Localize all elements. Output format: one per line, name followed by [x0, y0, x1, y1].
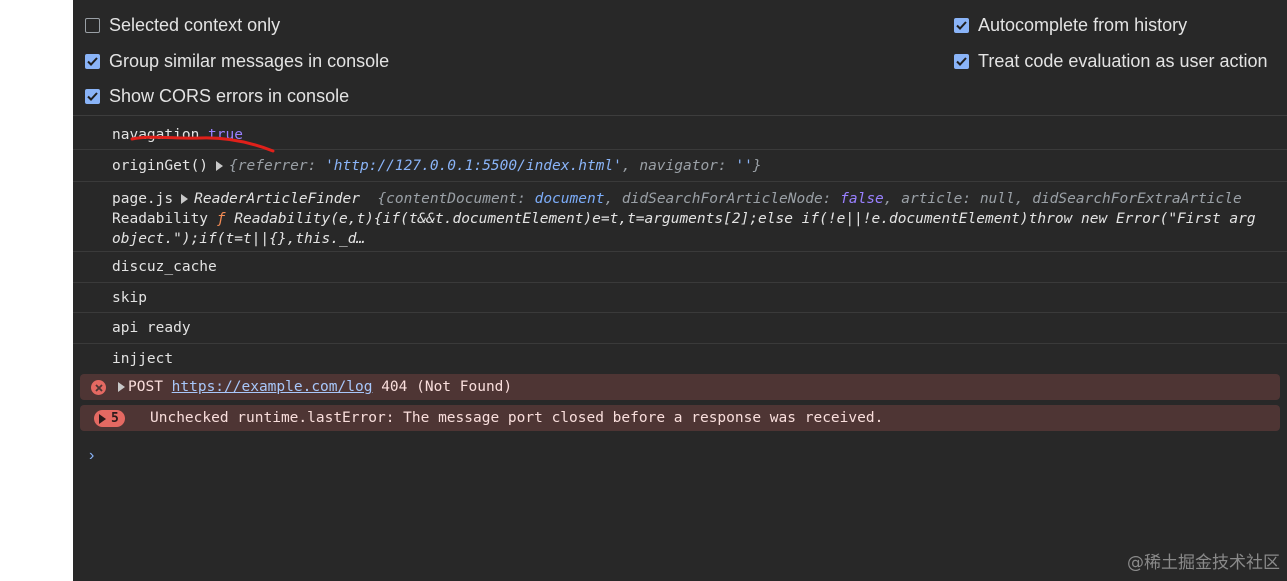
- error-message: POST https://example.com/log 404 (Not Fo…: [80, 374, 1280, 400]
- request-method: POST: [128, 379, 163, 395]
- treat-code-eval-checkbox[interactable]: [954, 53, 969, 69]
- console-prompt-icon[interactable]: ›: [89, 447, 94, 465]
- request-url-link[interactable]: https://example.com/log: [172, 379, 373, 395]
- prop-value: false: [840, 191, 884, 207]
- message-text: originGet(): [112, 158, 209, 174]
- object-preview-open: {referrer:: [229, 158, 326, 174]
- prop-value: null: [979, 191, 1015, 207]
- console-message: skip: [73, 283, 1287, 313]
- expand-triangle-icon[interactable]: [216, 161, 224, 171]
- selected-context-only-checkbox[interactable]: [85, 17, 100, 33]
- prop-key: , didSearchForExtraArticle: [1014, 191, 1242, 207]
- function-source-cont: object.");if(t=t||{},this._d…: [112, 231, 366, 247]
- page-left-margin: [0, 0, 73, 581]
- navigator-value: '': [735, 158, 753, 174]
- expand-triangle-icon: [99, 413, 106, 424]
- readability-label: Readability: [112, 211, 209, 227]
- red-underline-annotation: [130, 135, 275, 153]
- object-preview-separator: , navigator:: [621, 158, 736, 174]
- autocomplete-history-label: Autocomplete from history: [978, 14, 1188, 35]
- object-preview-close: }: [752, 158, 762, 174]
- class-name: ReaderArticleFinder: [194, 191, 360, 207]
- function-symbol: ƒ: [216, 211, 226, 227]
- error-icon: [91, 380, 106, 395]
- message-text: injject: [112, 351, 174, 367]
- referrer-value: 'http://127.0.0.1:5500/index.html': [325, 158, 622, 174]
- autocomplete-history-checkbox[interactable]: [954, 17, 969, 33]
- devtools-console-panel: Selected context only Group similar mess…: [73, 0, 1287, 581]
- expand-triangle-icon[interactable]: [118, 382, 125, 392]
- autocomplete-history-setting[interactable]: Autocomplete from history: [954, 14, 1187, 36]
- prop-value: document: [534, 191, 605, 207]
- console-message: injject: [73, 344, 1287, 374]
- group-similar-checkbox[interactable]: [85, 53, 100, 69]
- treat-code-eval-setting[interactable]: Treat code evaluation as user action: [954, 50, 1268, 72]
- selected-context-only-setting[interactable]: Selected context only: [85, 14, 280, 36]
- group-similar-label: Group similar messages in console: [109, 50, 390, 71]
- prop-key: {contentDocument:: [377, 191, 535, 207]
- message-source: page.js: [112, 191, 174, 207]
- treat-code-eval-label: Treat code evaluation as user action: [978, 50, 1268, 71]
- repeat-count-badge[interactable]: 5: [94, 410, 125, 427]
- expand-triangle-icon[interactable]: [181, 194, 189, 204]
- function-source: Readability(e,t){if(t&&t.documentElement…: [234, 211, 1256, 227]
- request-status: 404 (Not Found): [381, 379, 513, 395]
- message-text: discuz_cache: [112, 259, 217, 275]
- show-cors-label: Show CORS errors in console: [109, 85, 350, 106]
- selected-context-only-label: Selected context only: [109, 14, 281, 35]
- console-settings: Selected context only Group similar mess…: [73, 0, 1287, 116]
- watermark-text: @稀土掘金技术社区: [1127, 553, 1280, 573]
- console-message: page.js ReaderArticleFinder {contentDocum…: [73, 182, 1287, 252]
- show-cors-checkbox[interactable]: [85, 88, 100, 104]
- console-messages: navagation true originGet() {referrer: 'h…: [73, 116, 1287, 431]
- repeat-count: 5: [111, 411, 119, 426]
- group-similar-setting[interactable]: Group similar messages in console: [85, 50, 389, 72]
- prop-key: , didSearchForArticleNode:: [604, 191, 841, 207]
- error-message: 5 Unchecked runtime.lastError: The messa…: [80, 405, 1280, 431]
- message-text: skip: [112, 290, 147, 306]
- console-message: api ready: [73, 313, 1287, 344]
- prop-key: , article:: [883, 191, 980, 207]
- console-message: discuz_cache: [73, 252, 1287, 283]
- error-text: Unchecked runtime.lastError: The message…: [150, 410, 884, 426]
- message-text: api ready: [112, 320, 191, 336]
- show-cors-setting[interactable]: Show CORS errors in console: [85, 85, 349, 107]
